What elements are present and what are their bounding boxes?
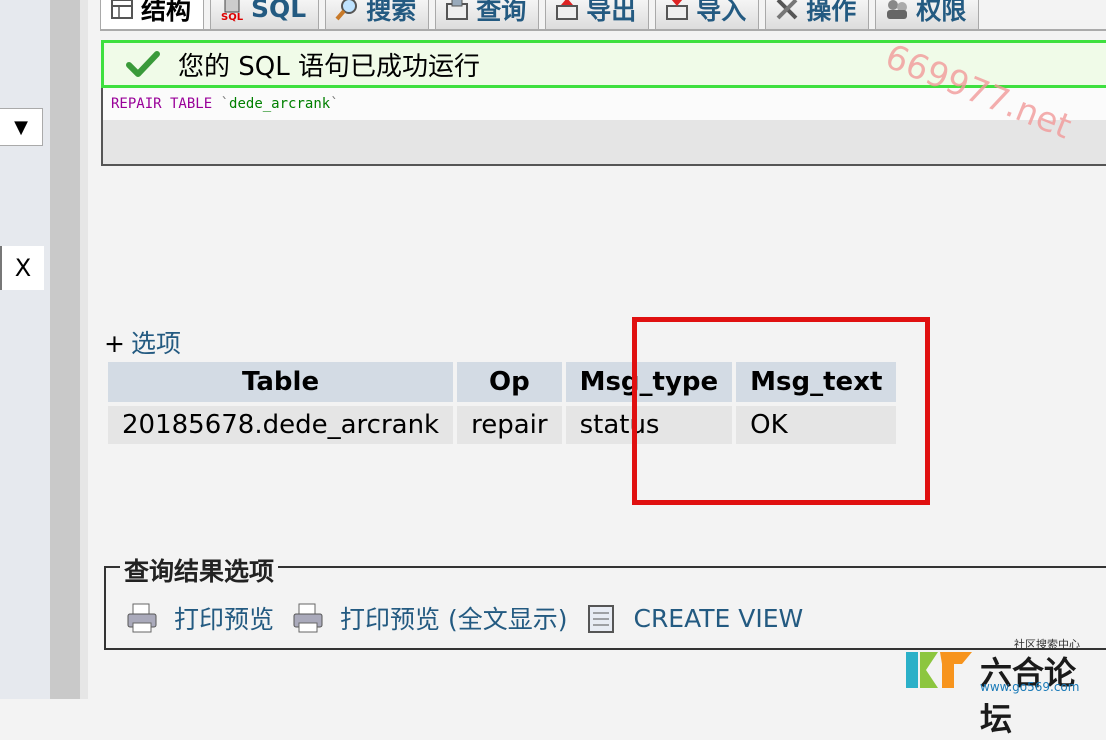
export-icon (554, 0, 580, 22)
tab-export[interactable]: 导出 (545, 0, 650, 30)
tab-operations[interactable]: 操作 (765, 0, 870, 30)
search-icon (334, 0, 360, 22)
create-view-label: CREATE VIEW (633, 603, 804, 633)
forum-url: www.go569.com (980, 680, 1080, 694)
privileges-icon (884, 0, 910, 22)
tab-privileges-label: 权限 (916, 0, 967, 25)
query-operations-list: 打印预览 打印预览 (全文显示) CREATE VIEW (124, 600, 819, 636)
clear-filter-button[interactable]: X (0, 246, 44, 290)
checkmark-icon (126, 51, 160, 77)
plus-icon: + (104, 329, 125, 358)
chevron-down-icon: ▼ (14, 116, 28, 138)
tab-bar: 结构 SQL SQL 搜索 查询 导出 导入 操作 权限 (100, 0, 980, 30)
column-header-op[interactable]: Op (457, 362, 562, 402)
tab-search[interactable]: 搜索 (325, 0, 430, 30)
options-link[interactable]: 选项 (131, 329, 181, 358)
print-preview-full-link[interactable]: 打印预览 (全文显示) (290, 600, 567, 636)
tab-structure-label: 结构 (141, 0, 192, 25)
sql-icon: SQL (219, 0, 245, 22)
panel-gap (80, 0, 88, 699)
tools-icon (774, 0, 800, 22)
table-structure-icon (109, 0, 135, 22)
forum-name: 六合论坛 (980, 654, 1077, 738)
query-results-legend: 查询结果选项 (120, 552, 279, 588)
close-icon: X (14, 254, 32, 282)
sql-table-name: dede_arcrank (229, 96, 331, 112)
success-text: 您的 SQL 语句已成功运行 (178, 51, 480, 82)
print-preview-link[interactable]: 打印预览 (124, 600, 274, 636)
tab-operations-label: 操作 (806, 0, 857, 25)
tab-query-label: 查询 (476, 0, 527, 25)
tab-bar-underline (100, 29, 1106, 31)
cell-op: repair (457, 406, 562, 444)
cell-table: 20185678.dede_arcrank (108, 406, 454, 444)
tab-search-label: 搜索 (366, 0, 417, 25)
print-icon (293, 603, 323, 633)
tab-privileges[interactable]: 权限 (875, 0, 980, 30)
tab-sql[interactable]: SQL SQL (210, 0, 320, 30)
column-header-table[interactable]: Table (108, 362, 454, 402)
backtick-open: ` (220, 96, 230, 112)
panel-resizer[interactable] (50, 0, 80, 699)
import-icon (664, 0, 690, 22)
print-preview-full-label: 打印预览 (全文显示) (340, 605, 568, 634)
print-preview-label: 打印预览 (174, 605, 275, 634)
tab-sql-label: SQL (251, 0, 307, 23)
tab-import[interactable]: 导入 (655, 0, 760, 30)
navigation-panel (0, 0, 50, 699)
create-view-icon (588, 605, 615, 633)
forum-logo: 社区搜索中心 六合论坛 www.go569.com (904, 636, 1104, 738)
tab-structure[interactable]: 结构 (100, 0, 205, 30)
sql-keyword: REPAIR TABLE (111, 96, 213, 112)
svg-text:SQL: SQL (221, 12, 244, 22)
tab-query[interactable]: 查询 (435, 0, 540, 30)
tab-import-label: 导入 (696, 0, 747, 25)
tab-export-label: 导出 (586, 0, 637, 25)
annotation-highlight-box (632, 317, 930, 505)
backtick-close: ` (330, 96, 339, 112)
database-select-dropdown[interactable]: ▼ (0, 108, 43, 146)
create-view-link[interactable]: CREATE VIEW (583, 601, 803, 635)
query-icon (444, 0, 470, 22)
sql-box-footer (103, 120, 1106, 164)
logo-icon (906, 652, 972, 688)
options-toggle: + 选项 (104, 324, 181, 360)
print-icon (127, 603, 157, 633)
